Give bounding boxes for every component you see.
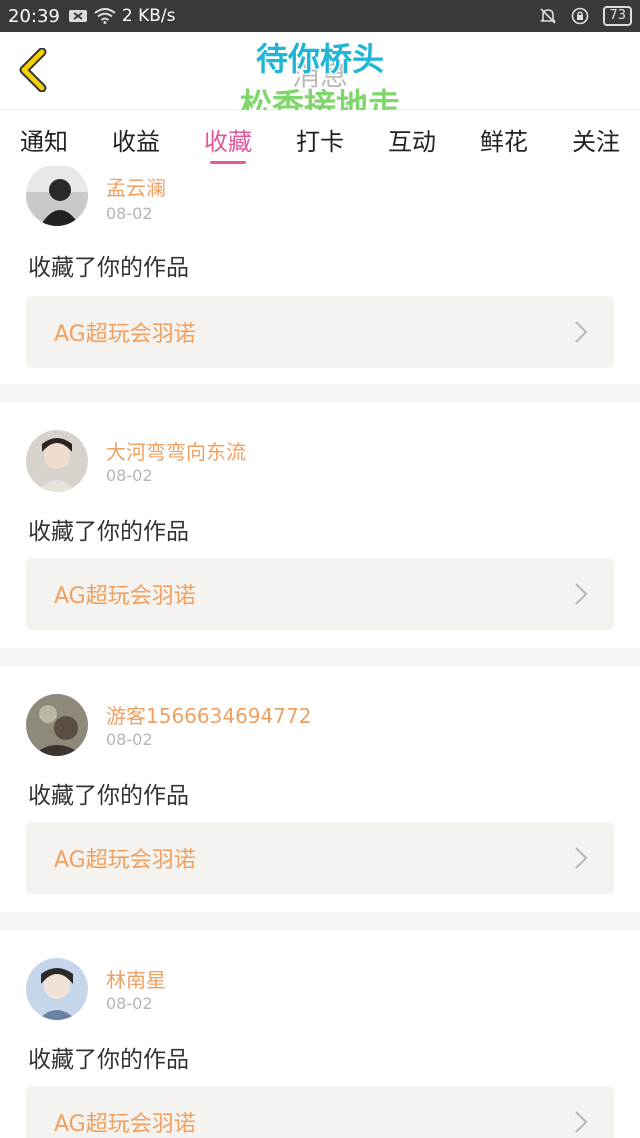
work-link[interactable]: AG超玩会羽诺	[26, 558, 614, 630]
avatar[interactable]	[26, 694, 88, 756]
work-link[interactable]: AG超玩会羽诺	[26, 296, 614, 368]
work-title: AG超玩会羽诺	[54, 584, 196, 609]
chevron-right-icon	[575, 321, 588, 343]
wifi-icon	[94, 8, 116, 24]
network-speed: 2 KB/s	[121, 6, 176, 26]
chevron-right-icon	[575, 1111, 588, 1133]
user-name[interactable]: 孟云澜	[106, 172, 166, 201]
tab-notifications[interactable]: 通知	[20, 110, 68, 166]
favorites-feed[interactable]: 孟云澜 08-02 收藏了你的作品 AG超玩会羽诺 大河弯弯向东流 08-02 …	[0, 166, 640, 1138]
status-time: 20:39	[8, 5, 60, 27]
action-text: 收藏了你的作品	[28, 783, 189, 809]
notification-x-icon	[68, 8, 88, 24]
tab-following[interactable]: 关注	[572, 110, 620, 166]
avatar[interactable]	[26, 430, 88, 492]
item-date: 08-02	[106, 466, 153, 485]
status-bar: 20:39 2 KB/s 73	[0, 0, 640, 32]
avatar[interactable]	[26, 958, 88, 1020]
work-link[interactable]: AG超玩会羽诺	[26, 1086, 614, 1138]
item-date: 08-02	[106, 730, 153, 749]
tab-checkin[interactable]: 打卡	[296, 110, 344, 166]
tab-earnings[interactable]: 收益	[112, 110, 160, 166]
battery-indicator: 73	[603, 6, 632, 26]
rotation-lock-icon	[571, 7, 589, 25]
list-item: 游客1566634694772 08-02 收藏了你的作品 AG超玩会羽诺	[0, 666, 640, 912]
work-title: AG超玩会羽诺	[54, 848, 196, 873]
tab-flowers[interactable]: 鲜花	[480, 110, 528, 166]
list-item: 林南星 08-02 收藏了你的作品 AG超玩会羽诺	[0, 930, 640, 1138]
work-title: AG超玩会羽诺	[54, 322, 196, 347]
work-title: AG超玩会羽诺	[54, 1112, 196, 1137]
user-name[interactable]: 林南星	[106, 964, 166, 993]
item-date: 08-02	[106, 994, 153, 1013]
list-item: 孟云澜 08-02 收藏了你的作品 AG超玩会羽诺	[0, 166, 640, 384]
header: 消息 待你桥头 松香接地走	[0, 32, 640, 124]
user-name[interactable]: 游客1566634694772	[106, 700, 311, 729]
overlay-text-line1: 待你桥头	[255, 40, 384, 78]
list-item: 大河弯弯向东流 08-02 收藏了你的作品 AG超玩会羽诺	[0, 402, 640, 648]
action-text: 收藏了你的作品	[28, 255, 189, 281]
bell-muted-icon	[539, 7, 557, 25]
chevron-right-icon	[575, 583, 588, 605]
chevron-right-icon	[575, 847, 588, 869]
user-name[interactable]: 大河弯弯向东流	[106, 436, 246, 465]
tab-interactions[interactable]: 互动	[388, 110, 436, 166]
item-date: 08-02	[106, 204, 153, 223]
work-link[interactable]: AG超玩会羽诺	[26, 822, 614, 894]
tab-bar: 通知 收益 收藏 打卡 互动 鲜花 关注	[0, 110, 640, 166]
avatar[interactable]	[26, 166, 88, 226]
tab-favorites[interactable]: 收藏	[204, 110, 252, 166]
action-text: 收藏了你的作品	[28, 1047, 189, 1073]
action-text: 收藏了你的作品	[28, 519, 189, 545]
